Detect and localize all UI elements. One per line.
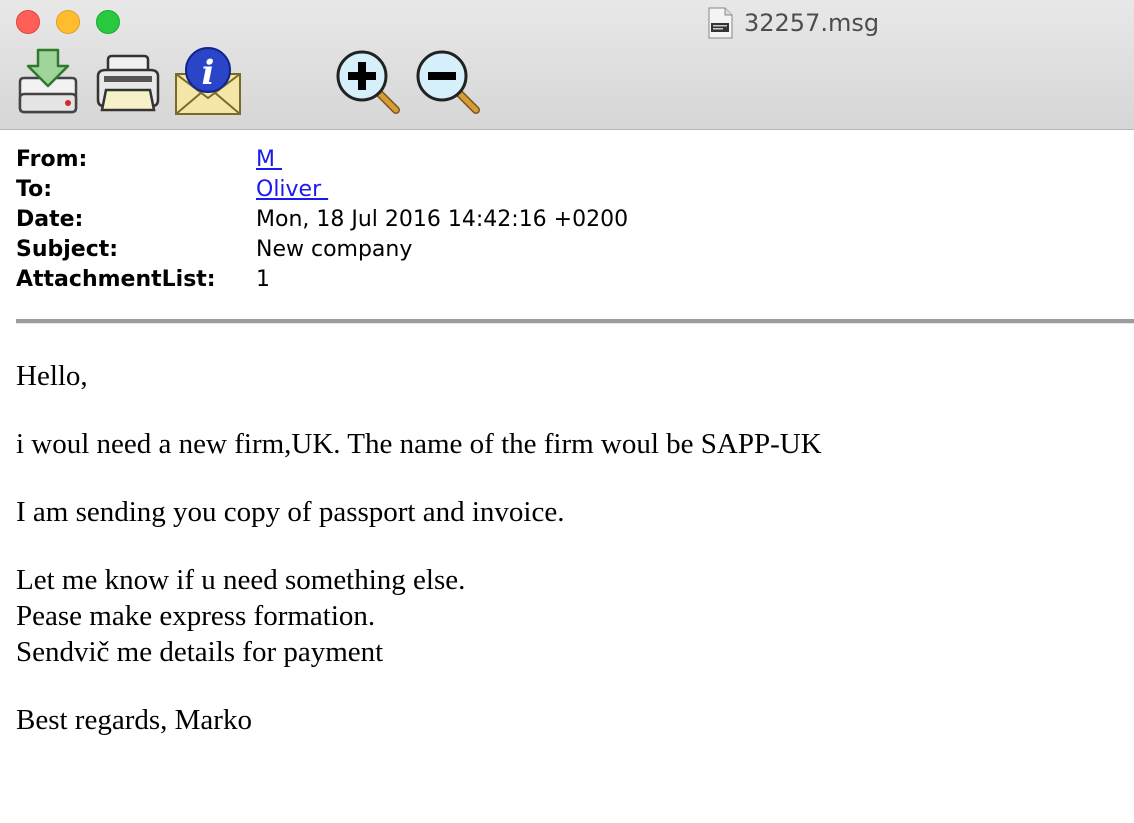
zoom-out-button[interactable] [414,46,482,116]
zoom-in-icon [336,50,400,114]
to-address-link[interactable]: Oliver [256,177,328,202]
close-window-button[interactable] [16,10,40,34]
header-divider [16,319,1134,324]
print-button[interactable] [94,46,162,116]
message-body: Hello, i woul need a new firm,UK. The na… [16,358,1116,770]
header-attachments: AttachmentList: 1 [16,265,1116,295]
header-label: Date: [16,207,84,232]
info-envelope-icon: i [175,47,241,115]
subject-value: New company [256,237,413,262]
printer-icon [96,54,160,112]
header-label: From: [16,147,88,172]
body-line: i woul need a new firm,UK. The name of t… [16,428,822,460]
mail-viewer-window: 32257.msg i From: M To: Oliver Date: Mon… [0,0,1134,823]
body-greeting: Hello, [16,360,88,392]
body-line: Let me know if u need something else. [16,564,466,596]
body-line: I am sending you copy of passport and in… [16,496,565,528]
header-to: To: Oliver [16,175,1116,205]
svg-text:i: i [202,53,215,93]
save-attachments-button[interactable] [14,46,82,116]
window-title: 32257.msg [706,6,879,40]
header-label: AttachmentList: [16,267,216,292]
zoom-in-button[interactable] [334,46,402,116]
header-label: To: [16,177,52,202]
save-download-icon [18,48,78,114]
header-label: Subject: [16,237,119,262]
message-info-button[interactable]: i [174,46,242,116]
header-subject: Subject: New company [16,235,1116,265]
body-signoff: Best regards, Marko [16,704,252,736]
maximize-window-button[interactable] [96,10,120,34]
body-line: Pease make express formation. [16,600,376,632]
date-value: Mon, 18 Jul 2016 14:42:16 +0200 [256,207,629,232]
msg-file-icon [708,7,733,39]
title-bar: 32257.msg i [0,0,1134,130]
attachment-count: 1 [256,267,270,292]
body-line: Sendvič me details for payment [16,636,384,668]
zoom-out-icon [416,50,480,114]
minimize-window-button[interactable] [56,10,80,34]
header-date: Date: Mon, 18 Jul 2016 14:42:16 +0200 [16,205,1116,235]
window-title-text: 32257.msg [744,9,880,37]
message-headers: From: M To: Oliver Date: Mon, 18 Jul 201… [16,145,1116,295]
from-address-link[interactable]: M [256,147,282,172]
header-from: From: M [16,145,1116,175]
